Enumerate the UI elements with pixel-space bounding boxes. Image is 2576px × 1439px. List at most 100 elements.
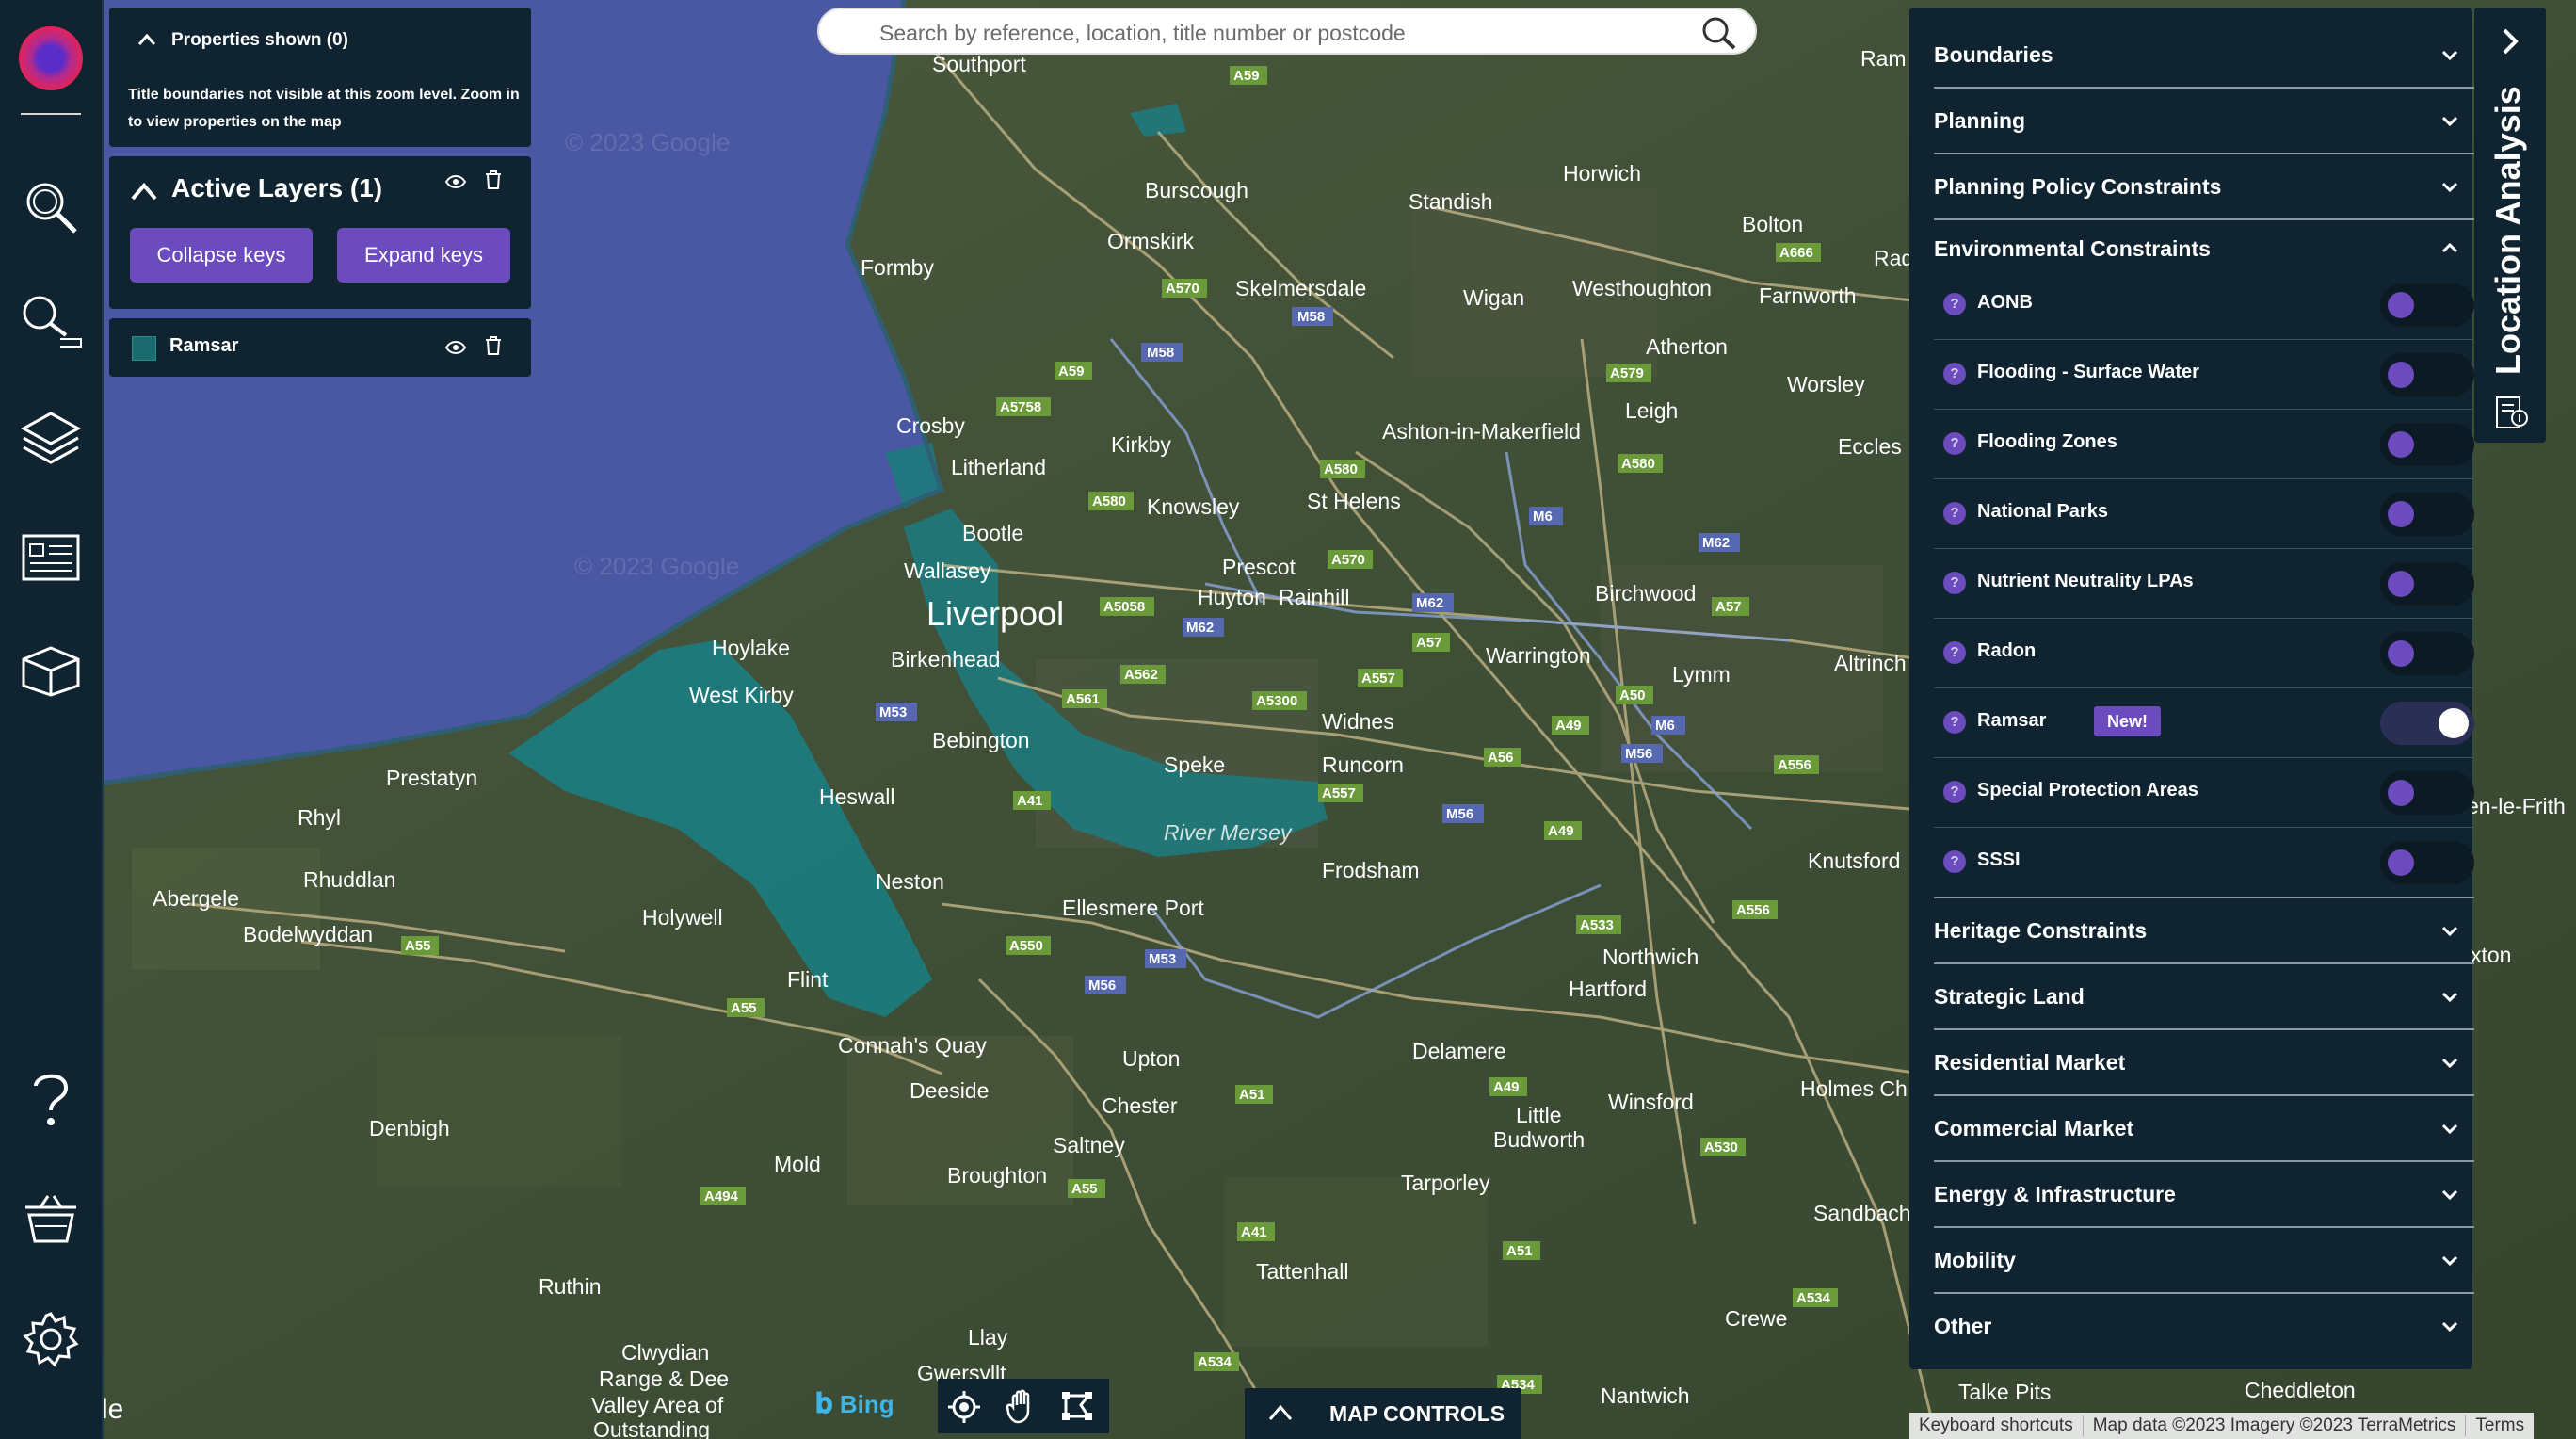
collapse-keys-button[interactable]: Collapse keys xyxy=(130,228,313,283)
app-logo[interactable] xyxy=(19,26,83,90)
svg-text:Llay: Llay xyxy=(968,1325,1008,1350)
category-planning-policy-constraints[interactable]: Planning Policy Constraints xyxy=(1934,154,2474,220)
trash-icon[interactable] xyxy=(484,335,503,356)
eye-icon[interactable] xyxy=(444,339,467,356)
keyboard-shortcuts-link[interactable]: Keyboard shortcuts xyxy=(1909,1415,2084,1436)
layer-item-label: SSSI xyxy=(1977,849,2021,870)
svg-text:A494: A494 xyxy=(704,1188,739,1205)
3d-box-icon[interactable] xyxy=(17,637,85,704)
help-icon[interactable]: ? xyxy=(1943,641,1966,664)
help-icon[interactable]: ? xyxy=(1943,502,1966,525)
chevron-down-icon xyxy=(2441,1189,2458,1201)
chevron-up-icon[interactable] xyxy=(137,32,156,47)
category-planning[interactable]: Planning xyxy=(1934,89,2474,154)
svg-text:Lymm: Lymm xyxy=(1672,662,1731,687)
expand-keys-button[interactable]: Expand keys xyxy=(337,228,510,283)
svg-text:Eccles: Eccles xyxy=(1838,434,1902,459)
layer-toggle[interactable] xyxy=(2380,562,2474,606)
svg-text:Flint: Flint xyxy=(787,967,829,992)
chevron-up-icon xyxy=(1268,1404,1293,1420)
category-other[interactable]: Other xyxy=(1934,1294,2474,1358)
layer-toggle[interactable] xyxy=(2380,771,2474,815)
chevron-down-icon xyxy=(2441,1124,2458,1135)
help-icon[interactable]: ? xyxy=(1943,363,1966,385)
svg-text:River Mersey: River Mersey xyxy=(1164,820,1293,845)
svg-text:A557: A557 xyxy=(1322,785,1356,801)
layer-item-label: AONB xyxy=(1977,292,2033,313)
layer-item-nutrient-neutrality: ? Nutrient Neutrality LPAs xyxy=(1934,548,2474,619)
search-icon[interactable] xyxy=(17,173,85,241)
help-icon[interactable]: ? xyxy=(1943,293,1966,315)
layer-toggle[interactable] xyxy=(2380,702,2474,745)
help-icon[interactable]: ? xyxy=(1943,850,1966,873)
left-icon-rail xyxy=(0,0,104,1439)
svg-text:Huyton: Huyton xyxy=(1198,585,1266,609)
draw-polygon-icon[interactable] xyxy=(1060,1390,1094,1422)
svg-text:A534: A534 xyxy=(1198,1354,1232,1370)
svg-text:Burscough: Burscough xyxy=(1145,178,1248,202)
help-icon[interactable] xyxy=(17,1064,85,1132)
layer-toggle[interactable] xyxy=(2380,283,2474,327)
svg-text:A49: A49 xyxy=(1493,1079,1520,1095)
category-boundaries[interactable]: Boundaries xyxy=(1934,23,2474,89)
properties-shown-header[interactable]: Properties shown (0) xyxy=(171,30,348,51)
svg-text:A59: A59 xyxy=(1233,68,1260,84)
chevron-down-icon xyxy=(2441,992,2458,1003)
category-energy-infrastructure[interactable]: Energy & Infrastructure xyxy=(1934,1162,2474,1228)
layer-toggle[interactable] xyxy=(2380,353,2474,396)
active-layer-row[interactable]: Ramsar xyxy=(109,318,531,377)
basket-icon[interactable] xyxy=(17,1185,85,1253)
svg-text:Rad: Rad xyxy=(1874,246,1913,270)
svg-text:Chester: Chester xyxy=(1102,1093,1178,1118)
category-commercial-market[interactable]: Commercial Market xyxy=(1934,1096,2474,1162)
category-environmental-constraints[interactable]: Environmental Constraints xyxy=(1934,220,2474,277)
svg-text:Ormskirk: Ormskirk xyxy=(1107,229,1194,253)
chevron-down-icon xyxy=(2441,1058,2458,1069)
category-heritage-constraints[interactable]: Heritage Constraints xyxy=(1934,898,2474,964)
layer-item-label: Flooding - Surface Water xyxy=(1977,362,2199,382)
layer-toggle[interactable] xyxy=(2380,423,2474,466)
svg-text:Tarporley: Tarporley xyxy=(1401,1171,1490,1195)
svg-text:A51: A51 xyxy=(1239,1087,1265,1103)
chevron-up-icon[interactable] xyxy=(130,181,158,202)
reports-icon[interactable] xyxy=(17,524,85,591)
trash-icon[interactable] xyxy=(484,170,503,190)
settings-icon[interactable] xyxy=(17,1305,85,1373)
help-icon[interactable]: ? xyxy=(1943,711,1966,734)
search-input[interactable] xyxy=(877,17,1691,49)
layer-item-label: Flooding Zones xyxy=(1977,431,2117,452)
svg-text:Southport: Southport xyxy=(932,52,1026,76)
location-analysis-tab[interactable]: Location Analysis xyxy=(2474,8,2546,443)
svg-text:Birkenhead: Birkenhead xyxy=(891,647,1000,671)
help-icon[interactable]: ? xyxy=(1943,781,1966,803)
eye-icon[interactable] xyxy=(444,173,467,190)
layer-item-ramsar: ? Ramsar New! xyxy=(1934,687,2474,758)
pan-hand-icon[interactable] xyxy=(1006,1388,1039,1424)
help-icon[interactable]: ? xyxy=(1943,432,1966,455)
svg-text:Speke: Speke xyxy=(1164,752,1225,777)
svg-text:Prestatyn: Prestatyn xyxy=(386,766,477,790)
svg-text:Leigh: Leigh xyxy=(1625,398,1678,423)
analysis-report-icon[interactable] xyxy=(2493,394,2531,431)
layer-toggle[interactable] xyxy=(2380,841,2474,884)
category-residential-market[interactable]: Residential Market xyxy=(1934,1030,2474,1096)
layer-toggle[interactable] xyxy=(2380,632,2474,675)
layers-icon[interactable] xyxy=(17,405,85,473)
terms-link[interactable]: Terms xyxy=(2466,1415,2534,1436)
svg-text:Budworth: Budworth xyxy=(1493,1127,1585,1152)
search-advanced-icon[interactable] xyxy=(17,286,85,354)
layer-toggle[interactable] xyxy=(2380,493,2474,536)
search-icon[interactable] xyxy=(1700,15,1738,51)
category-label: Environmental Constraints xyxy=(1934,235,2211,261)
rail-divider xyxy=(21,113,81,115)
help-icon[interactable]: ? xyxy=(1943,572,1966,594)
svg-text:A50: A50 xyxy=(1619,687,1646,703)
google-logo-fragment: le xyxy=(102,1394,124,1425)
category-strategic-land[interactable]: Strategic Land xyxy=(1934,964,2474,1030)
chevron-down-icon xyxy=(2441,926,2458,937)
category-mobility[interactable]: Mobility xyxy=(1934,1228,2474,1294)
map-controls-toggle[interactable]: MAP CONTROLS xyxy=(1245,1388,1521,1439)
svg-text:Mold: Mold xyxy=(774,1152,821,1176)
svg-text:xton: xton xyxy=(2471,943,2511,967)
locate-icon[interactable] xyxy=(947,1390,981,1424)
